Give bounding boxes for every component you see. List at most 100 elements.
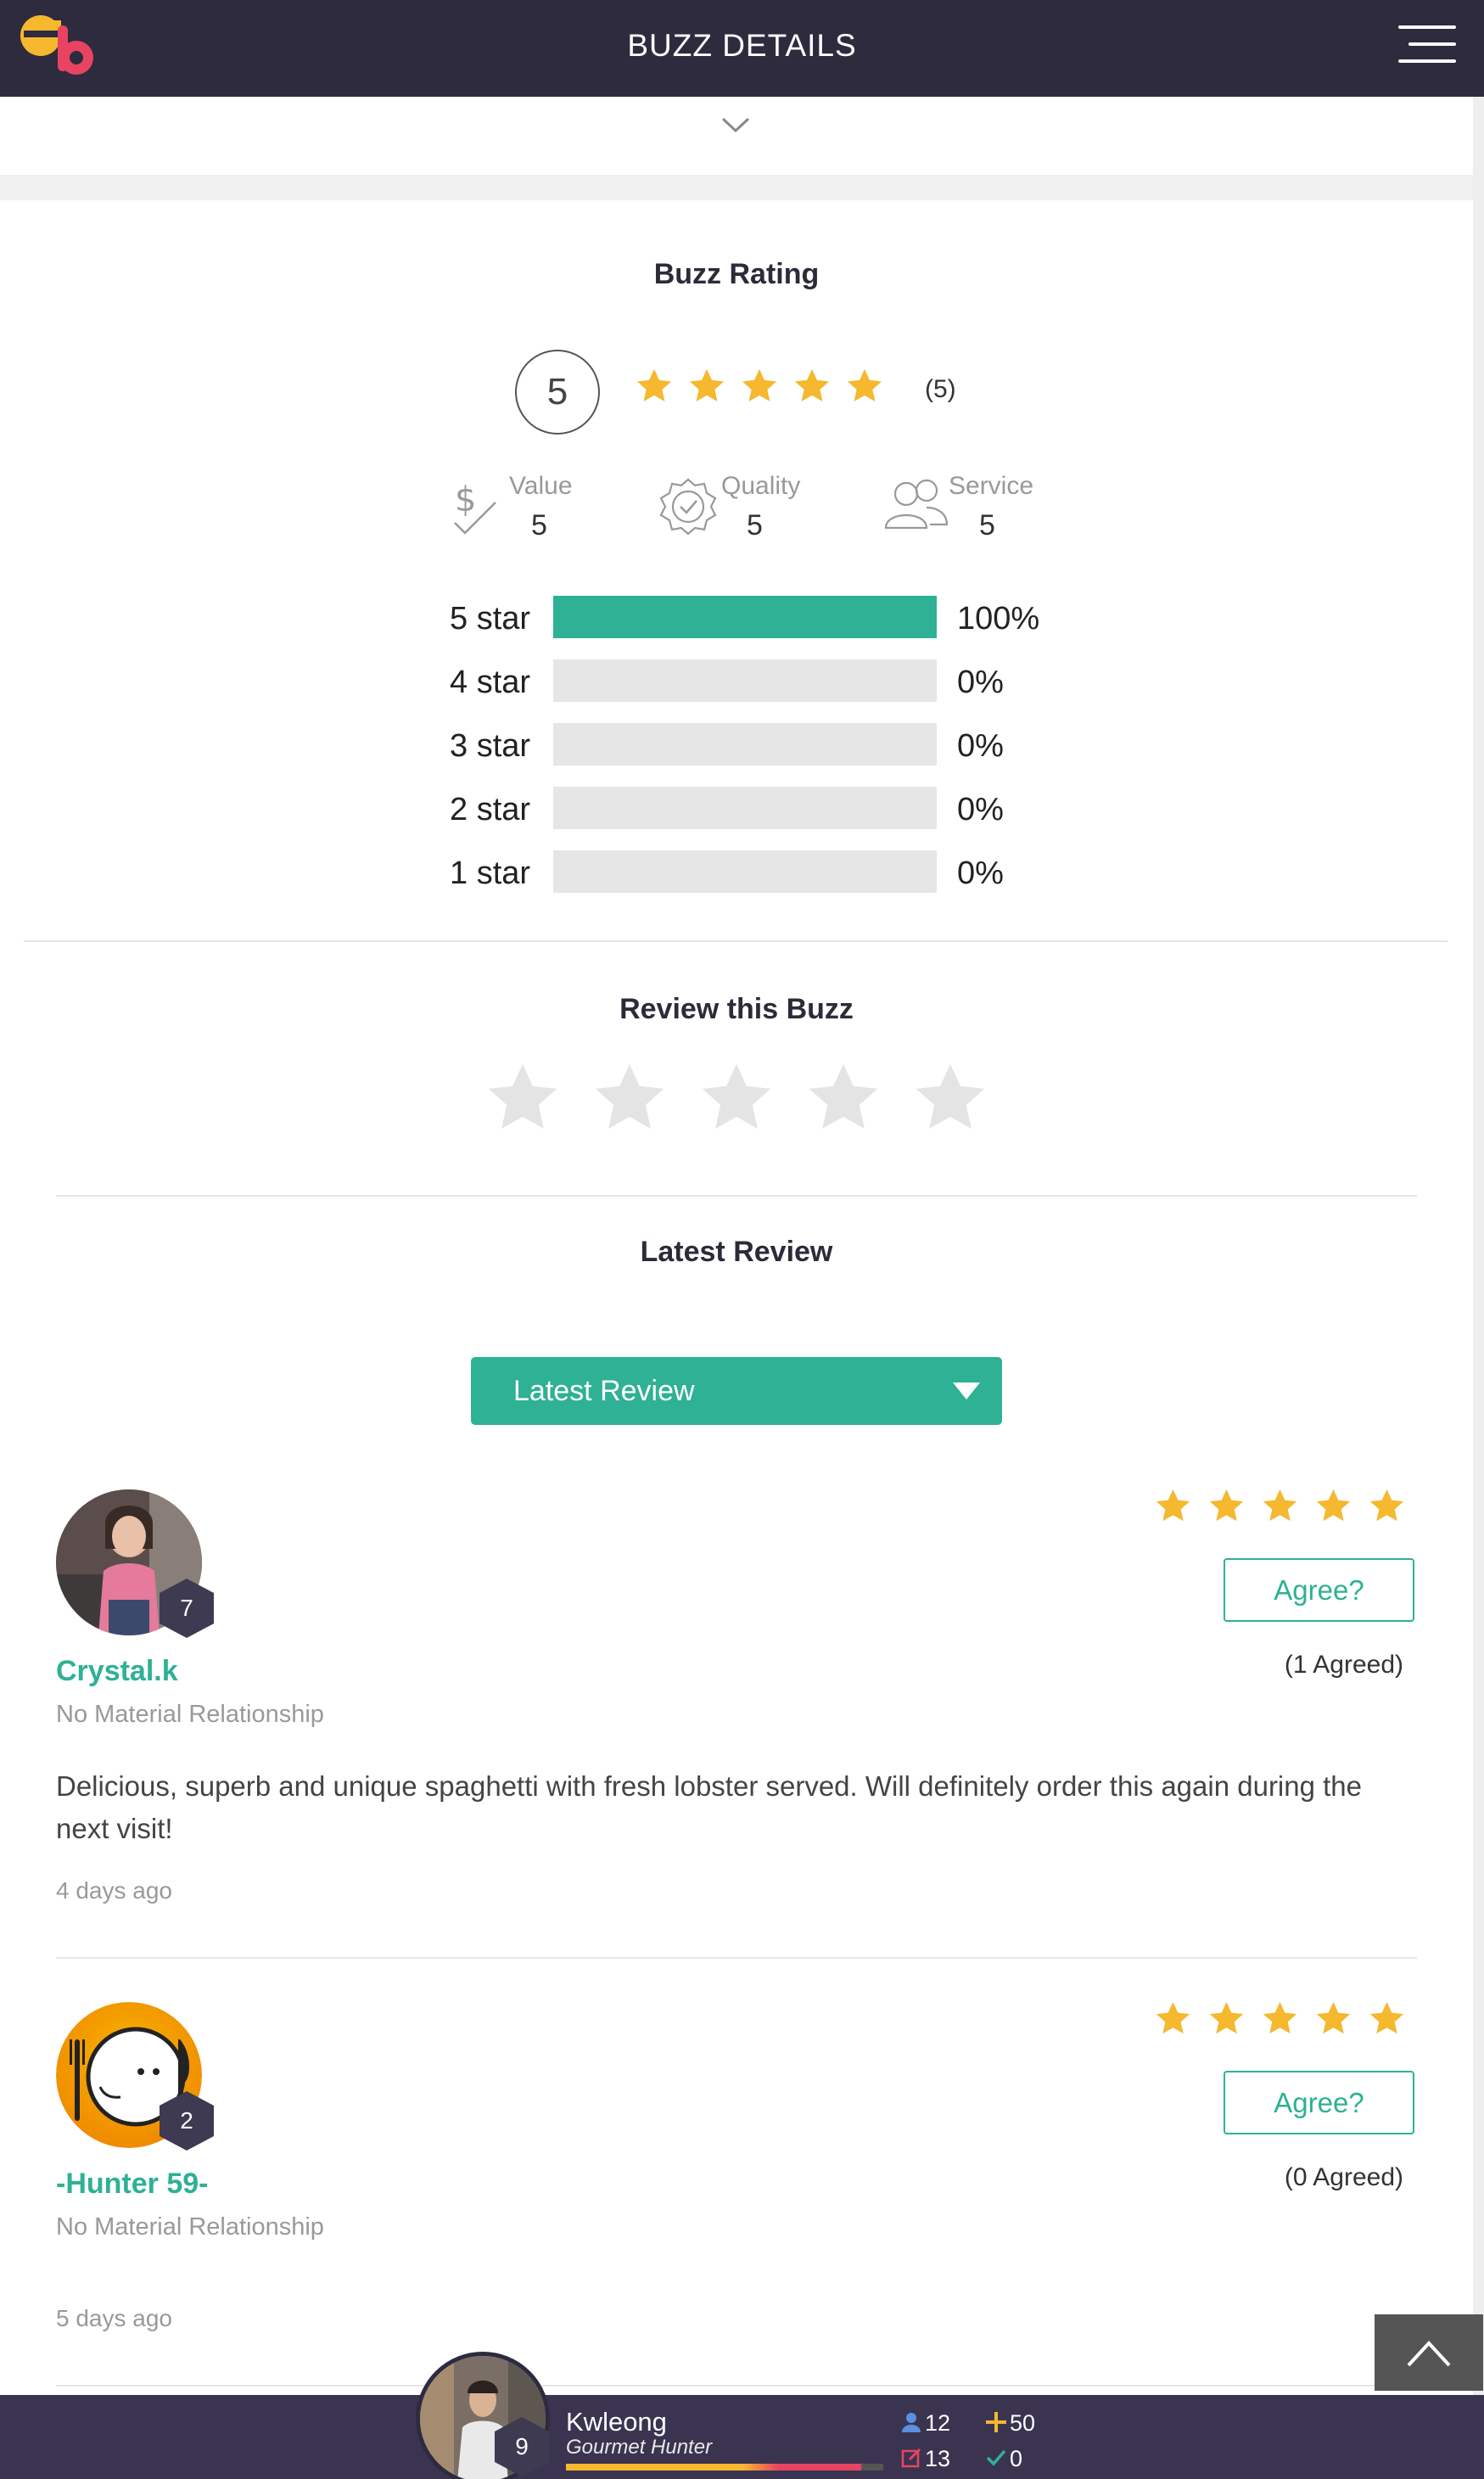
points-stat[interactable]: 50 <box>986 2410 1035 2437</box>
user-level-badge: 2 <box>160 2091 214 2151</box>
quality-badge-icon <box>659 478 717 536</box>
agreed-count: (0 Agreed) <box>1284 2163 1403 2191</box>
star-outline-icon[interactable] <box>591 1059 669 1137</box>
star-rating-input[interactable] <box>484 1059 989 1137</box>
posts-count: 13 <box>925 2446 951 2471</box>
followers-count: 12 <box>925 2410 951 2436</box>
distribution-label: 5 star <box>450 601 531 637</box>
followers-stat[interactable]: 12 <box>901 2410 950 2437</box>
review-timestamp: 4 days ago <box>56 1877 172 1904</box>
star-icon <box>794 368 830 402</box>
star-icon <box>1209 2001 1244 2034</box>
star-icon <box>1316 2001 1351 2034</box>
back-to-top-button[interactable] <box>1375 2314 1483 2391</box>
agree-button[interactable]: Agree? <box>1224 1558 1414 1622</box>
divider <box>56 1195 1417 1197</box>
user-level-badge: 7 <box>160 1579 214 1638</box>
xp-progress-fill <box>566 2464 861 2471</box>
star-icon <box>742 368 777 402</box>
star-icon <box>1316 1489 1351 1522</box>
star-icon <box>1156 2001 1190 2034</box>
criterion-value-number: 5 <box>979 509 995 541</box>
star-outline-icon[interactable] <box>804 1059 882 1137</box>
star-icon <box>1209 1489 1244 1522</box>
distribution-track <box>553 659 937 702</box>
collapsed-details <box>0 97 1473 175</box>
relationship-label: No Material Relationship <box>56 2213 324 2241</box>
review-timestamp: 5 days ago <box>56 2305 172 2331</box>
latest-review-title: Latest Review <box>640 1236 833 1268</box>
distribution-track <box>553 596 937 638</box>
criterion-service: Service 5 <box>882 468 1044 545</box>
distribution-row: 5 star 100% <box>450 596 1044 640</box>
edit-icon <box>901 2448 921 2468</box>
distribution-track <box>553 787 937 829</box>
overall-stars <box>635 367 884 406</box>
checks-stat[interactable]: 0 <box>986 2446 1022 2472</box>
star-icon <box>1263 1489 1297 1522</box>
distribution-percent: 0% <box>957 792 1004 827</box>
rating-count: (5) <box>925 375 956 403</box>
distribution-track <box>553 850 937 893</box>
agreed-count: (1 Agreed) <box>1284 1651 1403 1679</box>
distribution-row: 1 star 0% <box>450 850 1044 895</box>
distribution-row: 2 star 0% <box>450 787 1044 831</box>
distribution-percent: 0% <box>957 855 1004 891</box>
review-star-rating <box>1154 1487 1406 1525</box>
criterion-value-number: 5 <box>747 509 763 541</box>
criterion-label: Value <box>509 472 573 500</box>
distribution-row: 4 star 0% <box>450 659 1044 704</box>
star-icon <box>847 368 882 402</box>
distribution-track <box>553 723 937 766</box>
distribution-percent: 0% <box>957 728 1004 764</box>
criterion-quality: Quality 5 <box>658 468 811 545</box>
section-separator <box>0 175 1473 200</box>
distribution-label: 4 star <box>450 665 531 700</box>
dollar-check-icon: $ <box>454 480 496 535</box>
chevron-down-icon[interactable] <box>720 114 752 136</box>
users-icon <box>884 479 949 530</box>
star-outline-icon[interactable] <box>484 1059 562 1137</box>
user-rank-title: Gourmet Hunter <box>566 2436 713 2459</box>
page-title: BUZZ DETAILS <box>627 28 857 63</box>
overall-score: 5 <box>515 350 600 435</box>
agree-button[interactable]: Agree? <box>1224 2071 1414 2134</box>
reviewer-name[interactable]: Crystal.k <box>56 1655 178 1688</box>
criterion-label: Quality <box>721 472 801 500</box>
distribution-percent: 100% <box>957 601 1040 637</box>
buzz-rating-title: Buzz Rating <box>653 258 820 290</box>
svg-text:$: $ <box>455 480 476 519</box>
caret-down-icon <box>953 1383 980 1399</box>
star-icon <box>1369 1489 1404 1522</box>
checks-count: 0 <box>1010 2446 1023 2471</box>
arrow-up-icon <box>1407 2341 1451 2367</box>
divider <box>56 1957 1417 1959</box>
plus-icon <box>986 2412 1006 2432</box>
divider <box>24 940 1448 942</box>
star-icon <box>1369 2001 1404 2034</box>
criterion-value-number: 5 <box>531 509 547 541</box>
distribution-percent: 0% <box>957 665 1004 700</box>
criterion-value: $ Value 5 <box>451 468 587 545</box>
review-sort-dropdown[interactable]: Latest Review <box>471 1357 1002 1425</box>
star-outline-icon[interactable] <box>911 1059 989 1137</box>
user-name[interactable]: Kwleong <box>566 2407 667 2437</box>
distribution-label: 2 star <box>450 792 531 827</box>
xp-progress-bar <box>566 2464 883 2471</box>
hamburger-menu-icon[interactable] <box>1398 24 1456 68</box>
review-this-title: Review this Buzz <box>619 993 854 1025</box>
posts-stat[interactable]: 13 <box>901 2446 950 2472</box>
criterion-label: Service <box>949 472 1034 500</box>
distribution-label: 1 star <box>450 855 531 891</box>
review-sort-value: Latest Review <box>513 1375 695 1407</box>
star-icon <box>1156 1489 1190 1522</box>
scrollbar-track[interactable] <box>1473 97 1484 2479</box>
reviewer-name[interactable]: -Hunter 59- <box>56 2168 208 2201</box>
star-outline-icon[interactable] <box>697 1059 776 1137</box>
distribution-label: 3 star <box>450 728 531 764</box>
star-icon <box>636 368 672 402</box>
distribution-fill <box>553 596 937 638</box>
user-icon <box>902 2413 921 2432</box>
star-icon <box>1263 2001 1297 2034</box>
distribution-row: 3 star 0% <box>450 723 1044 767</box>
